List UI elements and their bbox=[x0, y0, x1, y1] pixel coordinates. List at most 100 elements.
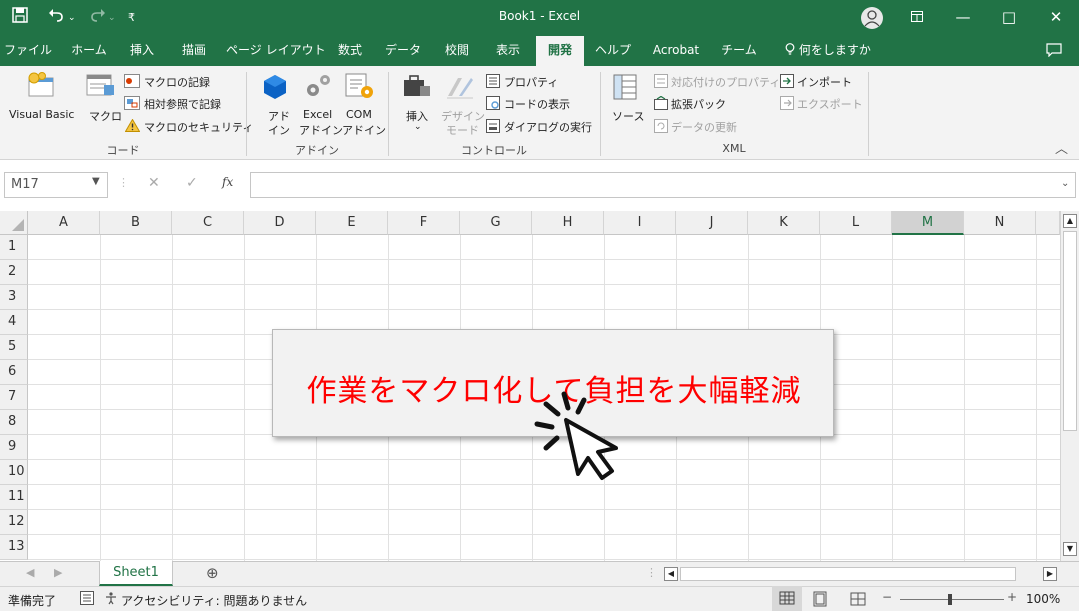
tab-split-grip-icon[interactable]: ⋮ bbox=[646, 566, 657, 579]
column-header[interactable]: J bbox=[676, 211, 748, 235]
row-header[interactable]: 6 bbox=[0, 360, 28, 385]
select-all-corner[interactable] bbox=[0, 211, 28, 235]
run-dialog-button[interactable]: ダイアログの実行 bbox=[504, 119, 592, 135]
row-header[interactable]: 2 bbox=[0, 260, 28, 285]
column-header[interactable]: F bbox=[388, 211, 460, 235]
formula-input[interactable] bbox=[250, 172, 1076, 198]
expansion-packs-button[interactable]: 拡張パック bbox=[671, 96, 726, 112]
scroll-down-icon[interactable]: ▼ bbox=[1063, 542, 1077, 556]
row-header[interactable]: 3 bbox=[0, 285, 28, 310]
column-header[interactable]: N bbox=[964, 211, 1036, 235]
zoom-slider-thumb[interactable] bbox=[948, 594, 952, 605]
column-header[interactable]: D bbox=[244, 211, 316, 235]
record-macro-button[interactable]: マクロの記録 bbox=[144, 74, 210, 90]
cancel-entry-icon[interactable]: ✕ bbox=[148, 175, 160, 191]
scroll-left-icon[interactable]: ◀ bbox=[664, 567, 678, 581]
maximize-icon[interactable]: □ bbox=[986, 0, 1032, 36]
vertical-scrollbar[interactable]: ▲ ▼ bbox=[1060, 211, 1079, 561]
tell-me-search[interactable]: 何をしますか bbox=[780, 36, 876, 66]
visual-basic-button[interactable]: Visual Basic bbox=[9, 108, 74, 121]
map-properties-button[interactable]: 対応付けのプロパティ bbox=[671, 74, 780, 90]
tab-acrobat[interactable]: Acrobat bbox=[646, 36, 706, 66]
close-icon[interactable]: ✕ bbox=[1033, 0, 1079, 36]
scroll-right-icon[interactable]: ▶ bbox=[1043, 567, 1057, 581]
tab-insert[interactable]: 挿入 bbox=[120, 36, 164, 66]
insert-dropdown-icon[interactable]: ⌄ bbox=[414, 122, 422, 132]
column-header[interactable]: K bbox=[748, 211, 820, 235]
row-header[interactable]: 4 bbox=[0, 310, 28, 335]
column-header[interactable]: C bbox=[172, 211, 244, 235]
collapse-ribbon-icon[interactable]: ︿ bbox=[1055, 138, 1068, 157]
tab-view[interactable]: 表示 bbox=[486, 36, 530, 66]
horizontal-scroll-thumb[interactable] bbox=[680, 567, 1016, 581]
addins-line2[interactable]: イン bbox=[268, 122, 290, 138]
row-header[interactable]: 11 bbox=[0, 485, 28, 510]
zoom-in-icon[interactable]: + bbox=[1007, 590, 1017, 604]
column-header[interactable]: E bbox=[316, 211, 388, 235]
com-addins-line2[interactable]: アドイン bbox=[342, 122, 386, 138]
tab-formulas[interactable]: 数式 bbox=[328, 36, 372, 66]
row-header[interactable]: 7 bbox=[0, 385, 28, 410]
column-header[interactable]: A bbox=[28, 211, 100, 235]
tab-review[interactable]: 校閲 bbox=[436, 36, 478, 66]
zoom-level[interactable]: 100% bbox=[1026, 592, 1060, 606]
import-button[interactable]: インポート bbox=[797, 74, 852, 90]
tab-help[interactable]: ヘルプ bbox=[590, 36, 636, 66]
row-header[interactable]: 12 bbox=[0, 510, 28, 535]
column-header[interactable]: G bbox=[460, 211, 532, 235]
column-header[interactable]: B bbox=[100, 211, 172, 235]
row-header[interactable]: 1 bbox=[0, 235, 28, 260]
column-header-selected[interactable]: M bbox=[892, 211, 964, 235]
tab-team[interactable]: チーム bbox=[716, 36, 762, 66]
name-box-dropdown-icon[interactable]: ▼ bbox=[92, 176, 100, 187]
refresh-data-button[interactable]: データの更新 bbox=[671, 119, 737, 135]
column-header[interactable]: L bbox=[820, 211, 892, 235]
expand-formula-bar-icon[interactable]: ⌄ bbox=[1061, 178, 1069, 189]
add-sheet-icon[interactable]: ⊕ bbox=[206, 564, 219, 582]
page-layout-view-icon[interactable] bbox=[812, 591, 828, 610]
com-addins-line1[interactable]: COM bbox=[346, 108, 372, 121]
tab-home[interactable]: ホーム bbox=[66, 36, 112, 66]
tab-file[interactable]: ファイル bbox=[4, 36, 52, 66]
zoom-out-icon[interactable]: − bbox=[882, 590, 892, 604]
next-sheet-icon[interactable]: ▶ bbox=[54, 566, 62, 579]
macro-recording-icon[interactable] bbox=[80, 591, 94, 608]
column-header[interactable]: H bbox=[532, 211, 604, 235]
relative-reference-button[interactable]: 相対参照で記録 bbox=[144, 96, 221, 112]
macro-button[interactable]: マクロ bbox=[89, 108, 122, 124]
tab-draw[interactable]: 描画 bbox=[172, 36, 216, 66]
insert-function-icon[interactable]: fx bbox=[222, 175, 233, 189]
tab-data[interactable]: データ bbox=[380, 36, 426, 66]
prev-sheet-icon[interactable]: ◀ bbox=[26, 566, 34, 579]
xml-source-button[interactable]: ソース bbox=[612, 108, 644, 124]
column-header-partial[interactable] bbox=[1036, 211, 1060, 235]
ribbon-display-icon[interactable] bbox=[894, 0, 940, 36]
tab-page-layout[interactable]: ページ レイアウト bbox=[226, 36, 326, 66]
scroll-thumb[interactable] bbox=[1063, 231, 1077, 431]
page-break-view-icon[interactable] bbox=[850, 591, 866, 610]
excel-addins-line2[interactable]: アドイン bbox=[299, 122, 343, 138]
row-header[interactable]: 10 bbox=[0, 460, 28, 485]
sheet-tab-sheet1[interactable]: Sheet1 bbox=[99, 561, 173, 586]
column-header[interactable]: I bbox=[604, 211, 676, 235]
properties-button[interactable]: プロパティ bbox=[504, 74, 558, 90]
row-header[interactable]: 13 bbox=[0, 535, 28, 560]
export-button[interactable]: エクスポート bbox=[797, 96, 863, 112]
accessibility-icon[interactable] bbox=[104, 591, 118, 608]
design-mode-line2[interactable]: モード bbox=[446, 122, 479, 138]
row-header[interactable]: 5 bbox=[0, 335, 28, 360]
row-header[interactable]: 8 bbox=[0, 410, 28, 435]
confirm-entry-icon[interactable]: ✓ bbox=[186, 175, 198, 191]
comments-icon[interactable] bbox=[1040, 36, 1068, 66]
normal-view-icon[interactable] bbox=[772, 586, 802, 611]
accessibility-status[interactable]: アクセシビリティ: 問題ありません bbox=[121, 592, 307, 609]
macro-security-button[interactable]: マクロのセキュリティ bbox=[144, 119, 253, 135]
tab-developer[interactable]: 開発 bbox=[536, 36, 584, 66]
minimize-icon[interactable]: — bbox=[940, 0, 986, 36]
scroll-up-icon[interactable]: ▲ bbox=[1063, 214, 1077, 228]
view-code-button[interactable]: コードの表示 bbox=[504, 96, 570, 112]
zoom-slider-track[interactable] bbox=[900, 599, 1004, 600]
row-header[interactable]: 9 bbox=[0, 435, 28, 460]
excel-addins-line1[interactable]: Excel bbox=[303, 108, 332, 121]
avatar[interactable] bbox=[861, 7, 883, 29]
